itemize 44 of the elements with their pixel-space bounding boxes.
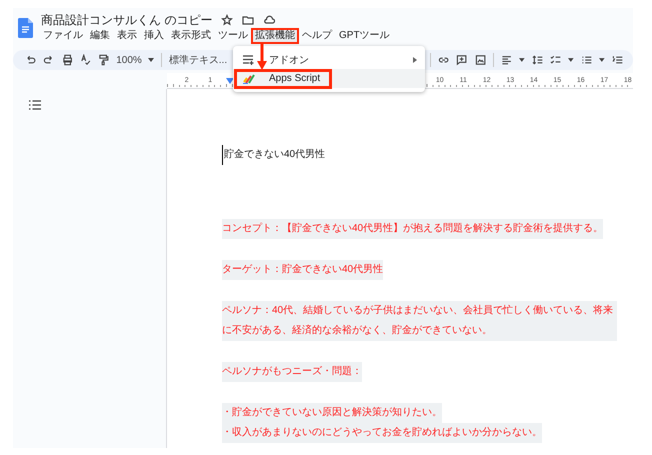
caret-icon[interactable] [599,58,605,62]
bullet-item: ・貯金ができていない原因と解決策が知りたい。 [222,403,442,423]
menu-item[interactable]: ファイル [41,30,85,42]
indent-marker-icon[interactable] [226,78,234,84]
dropdown-menu-item[interactable]: アドオン [233,50,425,69]
bullet-item: ・収入があまりないのにどうやってお金を貯めればよいか分からない。 [222,423,542,443]
menu-item[interactable]: 表示 [115,30,139,42]
add-comment-icon[interactable] [456,54,468,66]
highlighted-paragraph: ターゲット：貯金できない40代男性 [222,260,384,280]
numbered-list-icon[interactable] [612,54,623,66]
zoom-dropdown[interactable]: 100% [116,54,154,66]
outline-icon[interactable] [29,100,41,110]
paint-format-icon[interactable] [98,54,110,66]
align-left-icon[interactable] [500,54,512,66]
apps-script-icon [243,74,255,84]
caret-icon[interactable] [519,58,525,62]
menu-item[interactable]: GPTツール [337,30,392,42]
print-icon[interactable] [62,54,73,66]
image-icon[interactable] [474,54,486,66]
menu-item[interactable]: 編集 [88,30,112,42]
add-on-icon [243,54,255,64]
menu-item[interactable]: 表示形式 [169,30,213,42]
line-spacing-icon[interactable] [532,54,543,66]
cloud-icon[interactable] [263,14,276,26]
caret-icon[interactable] [568,58,574,62]
document-logo-icon[interactable] [18,18,33,38]
redo-icon[interactable] [43,54,54,66]
menu-item[interactable]: ヘルプ [300,30,334,42]
menu-item[interactable]: ツール [216,30,250,42]
undo-icon[interactable] [25,54,36,66]
checklist-icon[interactable] [550,54,562,66]
star-icon[interactable] [221,14,234,26]
highlighted-paragraph: ペルソナ：40代、結婚しているが子供はまだいない、会社員で忙しく働いている、将来に不安がある、経済的な余裕がなく、貯金ができていない。 [222,301,617,341]
menu-item[interactable]: 拡張機能 [253,30,297,42]
highlighted-paragraph: コンセプト：【貯金できない40代男性】が抱える問題を解決する貯金術を提供する。 [222,219,604,239]
annotation-arrow [257,44,267,70]
document-title[interactable]: 商品設計コンサルくん のコピー [41,12,212,28]
bulleted-list-icon[interactable] [580,54,592,66]
document-heading: 貯金できない40代男性 [224,149,326,160]
folder-icon[interactable] [242,14,254,26]
highlighted-paragraph: ペルソナがもつニーズ・問題： [222,362,362,382]
spellcheck-icon[interactable] [80,54,91,66]
menu-item[interactable]: 挿入 [142,30,166,42]
caret-icon [148,58,154,62]
